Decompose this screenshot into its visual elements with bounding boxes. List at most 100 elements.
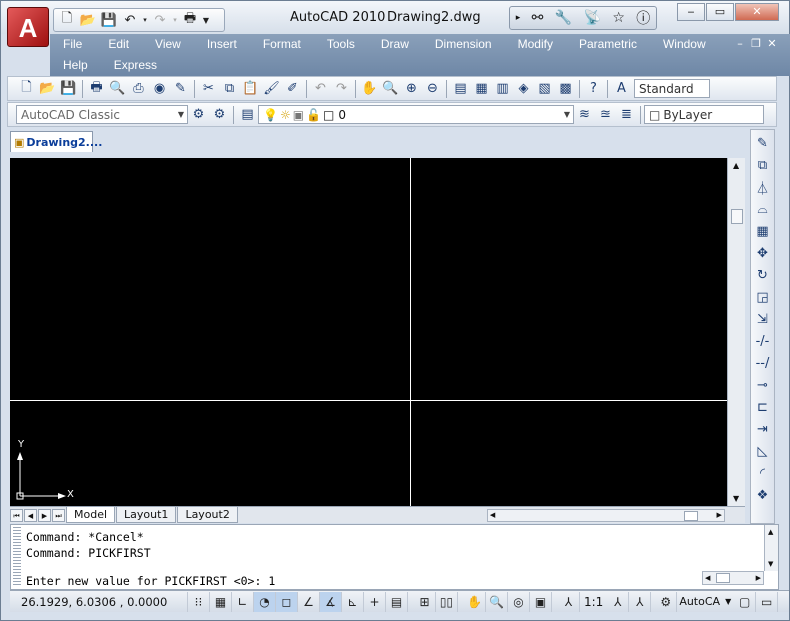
menu-insert[interactable]: Insert [194,34,250,55]
block-editor-icon[interactable]: ✐ [282,78,303,99]
restore-button[interactable]: ▭ [706,3,734,21]
plot-icon[interactable]: 🖶 [86,78,107,99]
annotation-scale-value[interactable]: 1:1 [580,595,607,609]
zoom-previous-icon[interactable]: ⊖ [422,78,443,99]
fillet-icon[interactable]: ◜ [752,462,774,484]
auto-scale-icon[interactable]: ⅄ [629,591,652,612]
pan-icon[interactable]: ✋ [464,591,486,612]
etransmit-icon[interactable]: ✎ [170,78,191,99]
cut-icon[interactable]: ✂ [198,78,219,99]
close-button[interactable]: ✕ [735,3,779,21]
join-icon[interactable]: ⇥ [752,418,774,440]
expand-icon[interactable]: ▸ [516,13,521,23]
menu-draw[interactable]: Draw [368,34,422,55]
break-icon[interactable]: ⊏ [752,396,774,418]
tab-model[interactable]: Model [66,507,116,523]
menu-tools[interactable]: Tools [314,34,368,55]
menu-format[interactable]: Format [250,34,314,55]
doc-minimize-icon[interactable]: – [733,37,747,50]
help-icon[interactable]: ? [583,78,604,99]
scroll-right-icon[interactable]: ▶ [716,511,721,519]
plot-preview-icon[interactable]: 🔍 [107,78,128,99]
annotation-scale-icon[interactable]: ⅄ [558,591,580,612]
layer-states-icon[interactable]: ≣ [616,104,637,125]
scroll-thumb[interactable] [731,209,743,224]
properties-icon[interactable]: ▤ [450,78,471,99]
offset-icon[interactable]: ⌓ [752,198,774,220]
minimize-button[interactable]: ‒ [677,3,705,21]
last-layout-icon[interactable]: ⏭ [52,508,65,522]
rotate-icon[interactable]: ↻ [752,264,774,286]
model-space-icon[interactable]: ⊞ [414,591,436,612]
chamfer-icon[interactable]: ◺ [752,440,774,462]
h-scroll-thumb[interactable] [683,510,698,521]
snap-mode-icon[interactable]: ⁝⁝ [188,591,210,612]
horizontal-scrollbar[interactable]: ◀ ▶ [486,508,725,522]
ortho-mode-icon[interactable]: ∟ [232,591,254,612]
scroll-down-icon[interactable]: ▼ [768,560,773,568]
command-prompt[interactable]: Enter new value for PICKFIRST <0>: 1 [26,574,275,588]
menu-file[interactable]: File [50,34,95,55]
layer-previous-icon[interactable]: ≊ [595,104,616,125]
dynamic-input-icon[interactable]: + [364,591,386,612]
document-tab[interactable]: ▣ Drawing2.... [10,131,102,152]
undo-icon[interactable]: ↶ [120,10,140,30]
dynamic-ucs-icon[interactable]: ⊾ [342,591,364,612]
make-current-icon[interactable]: ≋ [574,104,595,125]
open-icon[interactable]: 📂 [37,78,58,99]
first-layout-icon[interactable]: ⏮ [10,508,23,522]
break-at-point-icon[interactable]: ⊸ [752,374,774,396]
workspace-switch-icon[interactable]: ⚙ [655,591,678,612]
binoculars-icon[interactable]: ⚯ [532,10,544,26]
undo-icon[interactable]: ↶ [310,78,331,99]
quickcalc-icon[interactable]: ▩ [555,78,576,99]
qnew-icon[interactable]: 🗋 [16,78,37,99]
layer-properties-icon[interactable]: ▤ [237,104,258,125]
customize-icon[interactable]: ⚙ [209,104,230,125]
undo-dropdown-icon[interactable]: ▾ [141,10,149,30]
menu-dimension[interactable]: Dimension [422,34,505,55]
save-icon[interactable]: 💾 [99,10,119,30]
doc-close-icon[interactable]: ✕ [765,37,779,50]
command-scrollbar[interactable]: ▲ ▼ [764,525,778,571]
tab-layout1[interactable]: Layout1 [116,507,177,523]
drawing-canvas[interactable]: Y X [10,158,727,506]
scroll-left-icon[interactable]: ◀ [490,511,495,519]
menu-modify[interactable]: Modify [505,34,566,55]
grid-display-icon[interactable]: ▦ [210,591,232,612]
color-dropdown[interactable]: □ ByLayer [644,105,764,124]
wrench-icon[interactable]: 🔧 [555,10,572,26]
tool-palettes-icon[interactable]: ▥ [492,78,513,99]
clean-screen-icon[interactable]: ▭ [756,591,779,612]
doc-restore-icon[interactable]: ❐ [749,37,763,50]
zoom-icon[interactable]: 🔍 [486,591,508,612]
customize-qat-icon[interactable]: ▼ [201,10,211,30]
showmotion-icon[interactable]: ▣ [530,591,552,612]
markup-set-icon[interactable]: ▧ [534,78,555,99]
help-icon[interactable]: ⓘ [636,8,650,28]
workspace-dropdown[interactable]: AutoCAD Classic ▼ [16,105,188,124]
menu-help[interactable]: Help [50,55,101,76]
text-style-dropdown[interactable]: Standard [634,79,710,98]
menu-parametric[interactable]: Parametric [566,34,650,55]
scale-icon[interactable]: ◲ [752,286,774,308]
workspace-settings-icon[interactable]: ⚙ [188,104,209,125]
paste-icon[interactable]: 📋 [240,78,261,99]
lineweight-icon[interactable]: ▤ [386,591,408,612]
save-icon[interactable]: 💾 [58,78,79,99]
scroll-up-icon[interactable]: ▲ [768,528,773,536]
quick-view-layouts-icon[interactable]: ▯▯ [436,591,458,612]
satellite-icon[interactable]: 📡 [584,10,601,26]
sheet-set-icon[interactable]: ◈ [513,78,534,99]
tab-layout2[interactable]: Layout2 [177,507,238,523]
steeringwheel-icon[interactable]: ◎ [508,591,530,612]
object-snap-tracking-icon[interactable]: ∡ [320,591,342,612]
toolbar-lock-icon[interactable]: ▢ [734,591,757,612]
3d-dwf-icon[interactable]: ◉ [149,78,170,99]
open-icon[interactable]: 📂 [78,10,98,30]
scroll-right-icon[interactable]: ▶ [756,574,761,582]
menu-view[interactable]: View [142,34,194,55]
vertical-scrollbar[interactable]: ▲ ▼ [727,158,745,506]
design-center-icon[interactable]: ▦ [471,78,492,99]
scroll-up-icon[interactable]: ▲ [733,161,739,170]
